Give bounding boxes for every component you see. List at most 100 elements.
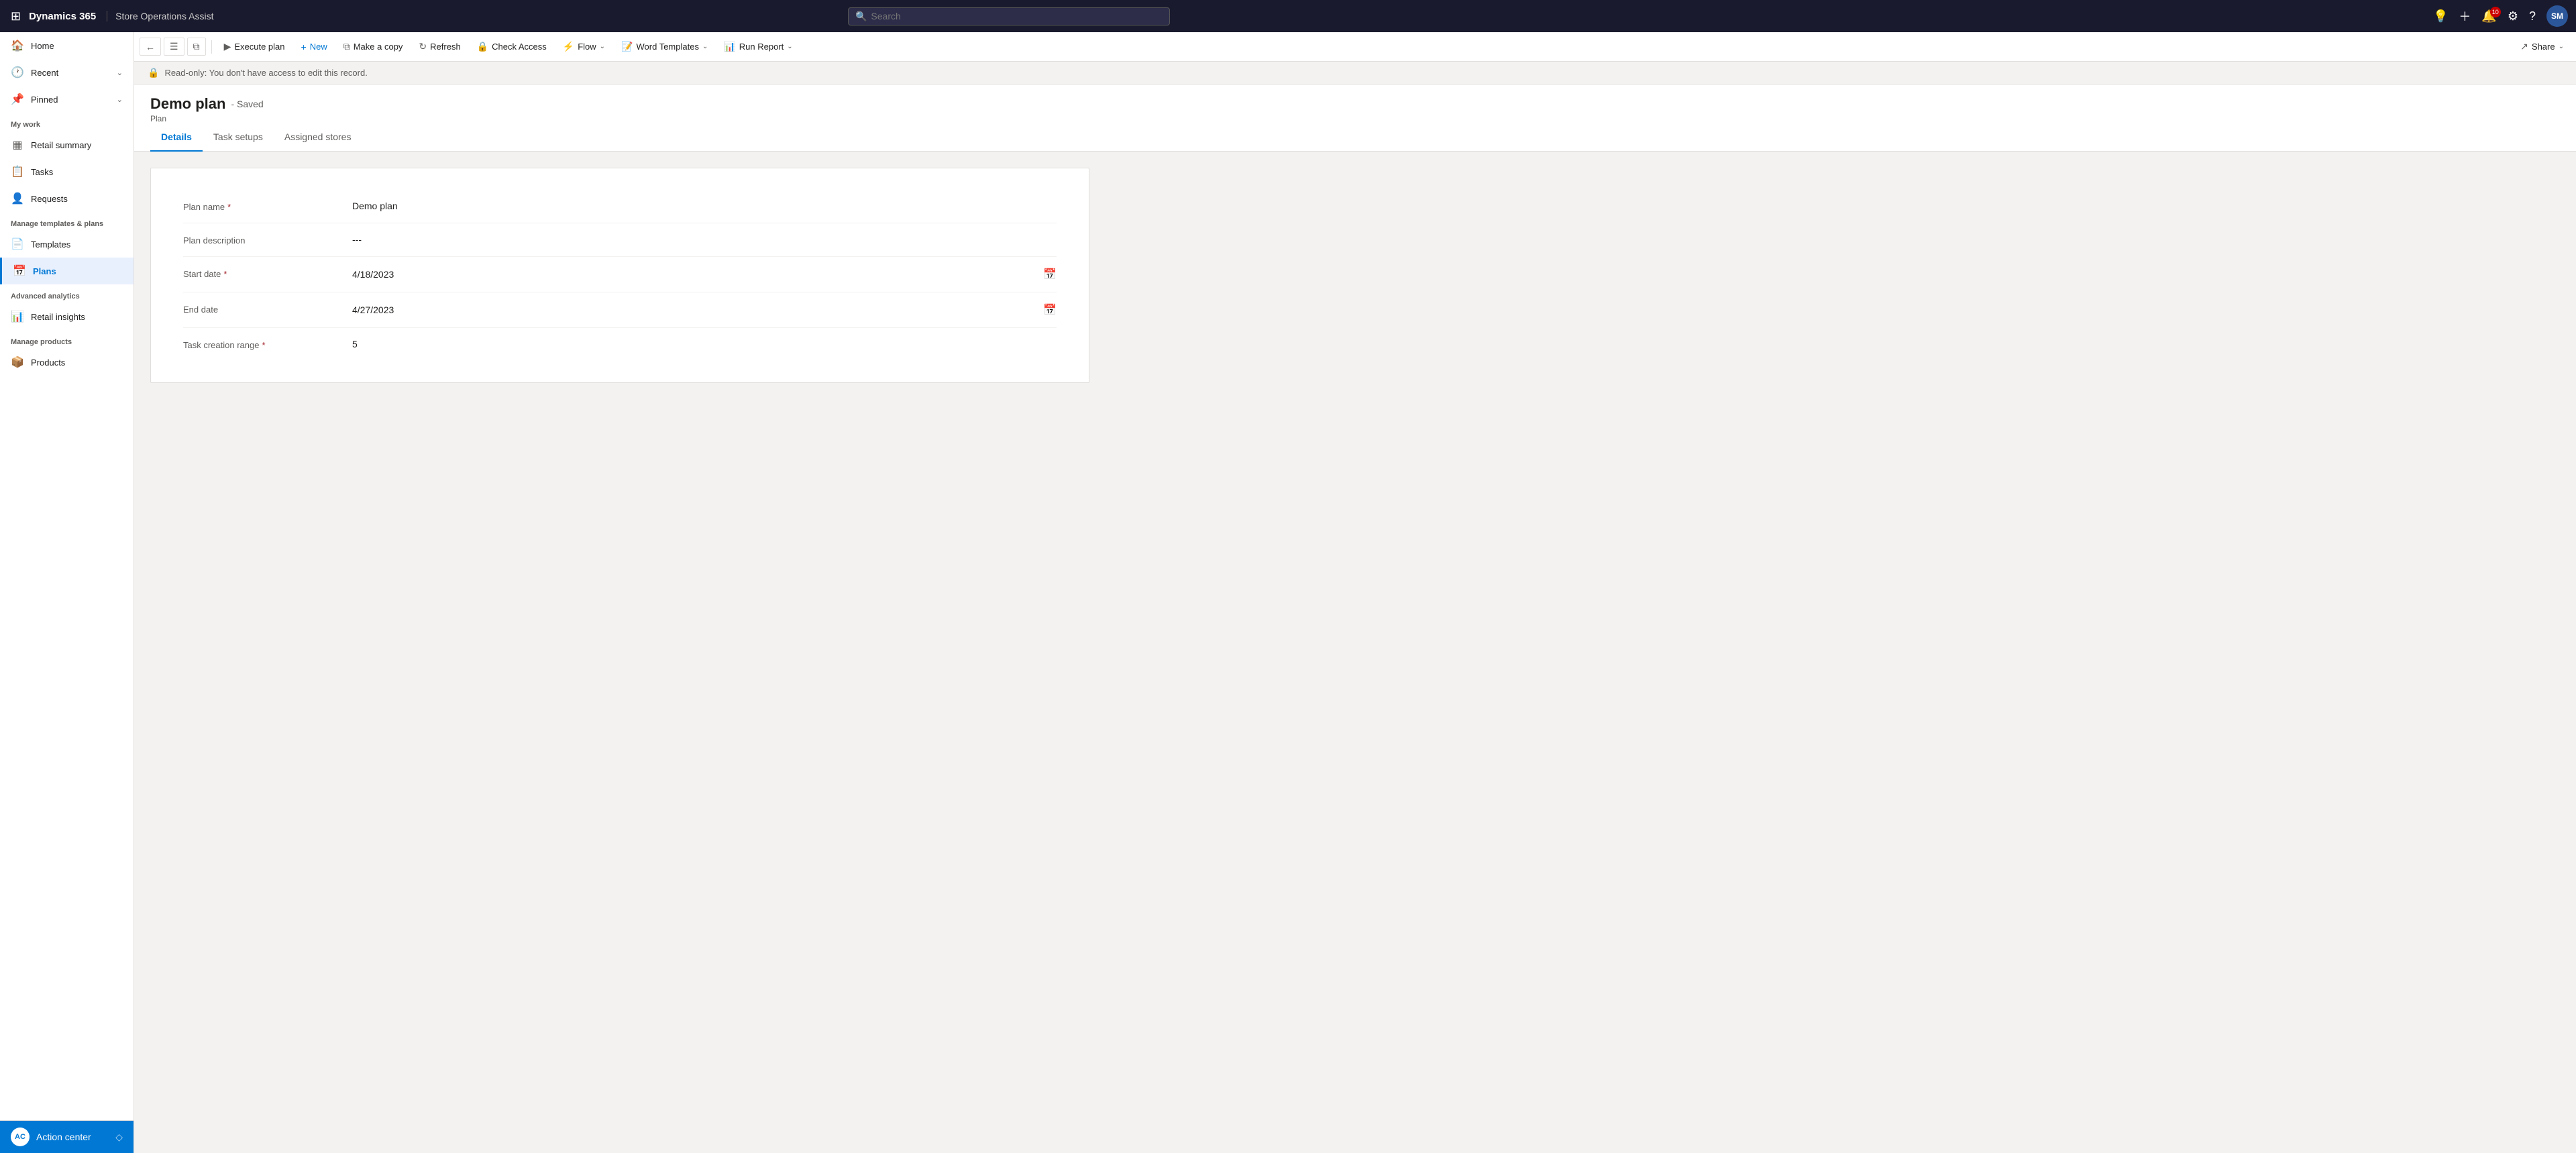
record-subtitle: Plan (150, 114, 2560, 123)
check-access-icon: 🔒 (477, 41, 488, 52)
calendar-icon-start[interactable]: 📅 (1043, 268, 1057, 281)
value-plan-description: --- (352, 234, 1057, 245)
plan-description-text: --- (352, 234, 362, 245)
sidebar-item-templates[interactable]: 📄 Templates (0, 231, 133, 258)
required-star: * (223, 269, 227, 279)
required-star: * (227, 202, 231, 212)
word-templates-chevron-icon: ⌄ (702, 43, 708, 50)
user-avatar[interactable]: SM (2546, 5, 2568, 27)
new-label: New (310, 42, 327, 52)
main-content: ← ☰ ⧉ ▶ Execute plan + New ⧉ Make a copy… (134, 32, 2576, 1153)
separator (211, 40, 212, 54)
retail-insights-icon: 📊 (11, 310, 24, 323)
refresh-label: Refresh (430, 42, 461, 52)
label-end-date: End date (183, 303, 331, 315)
tab-assigned-stores[interactable]: Assigned stores (274, 123, 362, 152)
sidebar-label-recent: Recent (31, 68, 58, 78)
flow-button[interactable]: ⚡ Flow ⌄ (556, 37, 612, 56)
form-card: Plan name * Demo plan Plan description -… (150, 168, 1089, 383)
app-module: Store Operations Assist (107, 11, 213, 21)
run-report-button[interactable]: 📊 Run Report ⌄ (717, 37, 799, 56)
share-chevron-icon: ⌄ (2559, 43, 2564, 50)
saved-status: - Saved (231, 99, 263, 109)
start-date-text: 4/18/2023 (352, 269, 394, 280)
notification-badge: 10 (2490, 7, 2501, 17)
search-input[interactable] (871, 11, 1163, 21)
check-access-button[interactable]: 🔒 Check Access (470, 37, 553, 56)
sidebar-item-home[interactable]: 🏠 Home (0, 32, 133, 59)
share-button[interactable]: ↗ Share ⌄ (2514, 37, 2571, 56)
sidebar-item-plans[interactable]: 📅 Plans (0, 258, 133, 284)
form-row-plan-name: Plan name * Demo plan (183, 190, 1057, 223)
sidebar-item-retail-insights[interactable]: 📊 Retail insights (0, 303, 133, 330)
tab-task-setups[interactable]: Task setups (203, 123, 274, 152)
lock-icon: 🔒 (148, 67, 159, 78)
execute-plan-button[interactable]: ▶ Execute plan (217, 37, 292, 56)
word-templates-label: Word Templates (637, 42, 699, 52)
value-end-date: 4/27/2023 📅 (352, 303, 1057, 317)
section-label-advanced-analytics: Advanced analytics (0, 284, 133, 303)
sidebar-item-retail-summary[interactable]: ▦ Retail summary (0, 131, 133, 158)
sidebar-item-action-center[interactable]: AC Action center ◇ (0, 1121, 133, 1153)
sidebar-item-requests[interactable]: 👤 Requests (0, 185, 133, 212)
plan-name-text: Demo plan (352, 201, 398, 211)
new-button[interactable]: + New (294, 38, 334, 56)
tab-details[interactable]: Details (150, 123, 203, 152)
plans-icon: 📅 (13, 264, 26, 278)
sidebar-item-pinned[interactable]: 📌 Pinned ⌄ (0, 86, 133, 113)
form-row-task-creation-range: Task creation range * 5 (183, 328, 1057, 361)
sidebar-label-requests: Requests (31, 194, 68, 204)
make-a-copy-button[interactable]: ⧉ Make a copy (337, 37, 410, 56)
sidebar-item-products[interactable]: 📦 Products (0, 349, 133, 376)
label-plan-description: Plan description (183, 234, 331, 245)
required-star: * (262, 340, 265, 350)
settings-icon[interactable]: ⚙ (2508, 9, 2518, 23)
chevron-down-icon: ⌄ (117, 95, 123, 104)
flow-icon: ⚡ (563, 41, 574, 52)
chevron-down-icon: ⌄ (117, 68, 123, 77)
sidebar-label-templates: Templates (31, 239, 70, 250)
home-icon: 🏠 (11, 39, 24, 52)
main-layout: 🏠 Home 🕐 Recent ⌄ 📌 Pinned ⌄ My work ▦ R… (0, 32, 2576, 1153)
label-task-creation-range: Task creation range * (183, 339, 331, 350)
help-icon[interactable]: ? (2529, 9, 2536, 23)
sidebar: 🏠 Home 🕐 Recent ⌄ 📌 Pinned ⌄ My work ▦ R… (0, 32, 134, 1153)
new-icon: + (301, 42, 307, 52)
top-nav-right: 💡 ＋ 🔔 10 ⚙ ? SM (2433, 5, 2568, 27)
list-view-button[interactable]: ☰ (164, 38, 184, 56)
sidebar-item-tasks[interactable]: 📋 Tasks (0, 158, 133, 185)
readonly-message: Read-only: You don't have access to edit… (164, 68, 367, 78)
refresh-button[interactable]: ↻ Refresh (412, 37, 467, 56)
record-title-row: Demo plan - Saved (150, 95, 2560, 113)
execute-plan-label: Execute plan (234, 42, 284, 52)
waffle-icon[interactable]: ⊞ (8, 7, 23, 26)
form-row-start-date: Start date * 4/18/2023 📅 (183, 257, 1057, 292)
retail-summary-icon: ▦ (11, 138, 24, 152)
label-plan-name: Plan name * (183, 201, 331, 212)
calendar-icon-end[interactable]: 📅 (1043, 303, 1057, 317)
refresh-icon: ↻ (419, 41, 427, 52)
notifications-icon[interactable]: 🔔 10 (2481, 9, 2496, 23)
requests-icon: 👤 (11, 192, 24, 205)
flow-label: Flow (578, 42, 596, 52)
sidebar-label-home: Home (31, 41, 54, 51)
detail-view-button[interactable]: ⧉ (187, 38, 206, 56)
sidebar-label-pinned: Pinned (31, 95, 58, 105)
recent-icon: 🕐 (11, 66, 24, 79)
run-report-label: Run Report (739, 42, 784, 52)
record-header: Demo plan - Saved Plan (134, 85, 2576, 123)
back-button[interactable]: ← (140, 38, 161, 56)
sidebar-label-retail-insights: Retail insights (31, 312, 85, 322)
make-a-copy-label: Make a copy (354, 42, 403, 52)
add-icon[interactable]: ＋ (2459, 7, 2471, 25)
action-center-label: Action center (36, 1132, 91, 1142)
share-label: Share (2532, 42, 2555, 52)
word-templates-button[interactable]: 📝 Word Templates ⌄ (614, 37, 714, 56)
lightbulb-icon[interactable]: 💡 (2433, 9, 2448, 23)
section-label-my-work: My work (0, 113, 133, 131)
form-area: Plan name * Demo plan Plan description -… (134, 152, 2576, 1153)
task-creation-range-text: 5 (352, 339, 358, 349)
sidebar-item-recent[interactable]: 🕐 Recent ⌄ (0, 59, 133, 86)
sidebar-label-retail-summary: Retail summary (31, 140, 91, 150)
search-bar[interactable]: 🔍 (848, 7, 1170, 25)
